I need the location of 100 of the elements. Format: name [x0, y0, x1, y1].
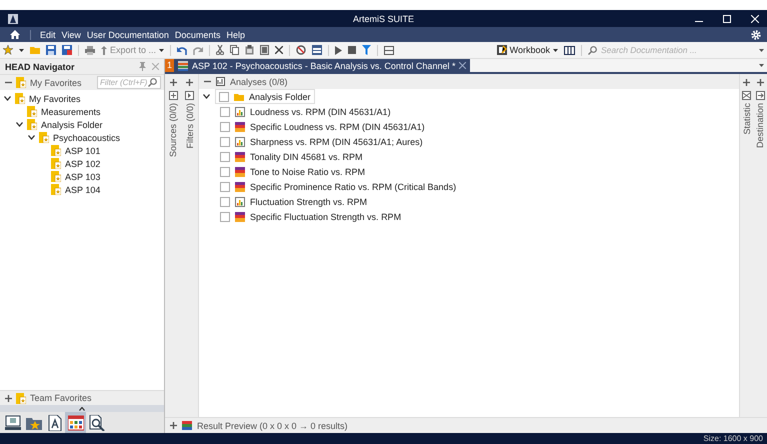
tree-item[interactable]: ASP 101 [65, 146, 100, 156]
export-icon[interactable] [756, 91, 765, 100]
star-icon[interactable] [3, 45, 13, 55]
caret-icon[interactable] [19, 48, 24, 52]
plus-icon[interactable] [170, 78, 177, 86]
settings-icon[interactable] [751, 30, 761, 40]
analysis-item[interactable]: Specific Prominence Ratio vs. RPM (Critical Bands) [250, 182, 456, 192]
table-icon[interactable] [312, 45, 322, 55]
printer-icon[interactable] [85, 46, 95, 54]
list-icon[interactable] [384, 46, 394, 54]
monitor-icon [4, 414, 20, 430]
analysis-item[interactable]: Loudness vs. RPM (DIN 45631/A1) [250, 106, 391, 116]
home-icon[interactable] [10, 30, 20, 39]
plus-icon[interactable] [186, 78, 194, 86]
copy-icon[interactable] [230, 45, 240, 55]
plus-icon[interactable] [170, 422, 177, 429]
side-tab[interactable]: Filters (0/0) [184, 103, 195, 149]
checkbox[interactable] [219, 92, 229, 102]
tree-item[interactable]: ASP 104 [65, 184, 100, 194]
star-folder-icon [16, 392, 26, 404]
dropdown-icon[interactable] [759, 48, 764, 52]
tool-tab[interactable] [65, 412, 86, 433]
expand-chevron-icon[interactable] [16, 122, 23, 127]
star-folder-icon [15, 93, 25, 104]
checkbox[interactable] [220, 152, 230, 162]
scissors-icon[interactable] [216, 45, 224, 55]
analysis-item[interactable]: Sharpness vs. RPM (DIN 45631/A1; Aures) [250, 136, 423, 146]
notebook-icon [496, 45, 507, 55]
stop-icon[interactable] [348, 46, 356, 54]
menu-item[interactable]: Documents [172, 30, 224, 40]
filter-icon[interactable] [362, 45, 372, 55]
collapse-chevron-icon[interactable] [79, 406, 85, 410]
side-tab[interactable]: Statistic [742, 103, 752, 135]
collapse-icon[interactable] [204, 78, 211, 85]
plus-icon[interactable] [5, 394, 12, 402]
statistic-icon[interactable] [742, 91, 752, 100]
tree-item[interactable]: Measurements [41, 106, 101, 116]
analysis-item[interactable]: Tonality DIN 45681 vs. RPM [250, 152, 363, 162]
clipboard-icon[interactable] [245, 45, 254, 55]
maximize-icon[interactable] [723, 14, 731, 22]
plus-icon[interactable] [756, 78, 764, 86]
circle-slash-icon[interactable] [296, 45, 306, 55]
analysis-item[interactable]: Specific Loudness vs. RPM (DIN 45631/A1) [250, 122, 425, 132]
star-folder-icon [27, 119, 37, 130]
checkbox[interactable] [220, 182, 230, 192]
tree-item[interactable]: Analysis Folder [41, 120, 103, 130]
filter-square-icon[interactable] [185, 91, 194, 100]
search-field[interactable]: Search Documentation ... [588, 45, 753, 55]
checkbox[interactable] [220, 106, 230, 116]
tree-item[interactable]: ASP 102 [65, 158, 100, 168]
properties-icon[interactable] [260, 45, 270, 55]
color-map-icon [235, 152, 245, 162]
document-tab[interactable]: 1 ASP 102 - Psychoacoustics - Basic Analysis vs. Control Channel * [165, 59, 470, 72]
save-as-icon[interactable] [62, 45, 72, 55]
checkbox[interactable] [220, 196, 230, 206]
analysis-item[interactable]: Fluctuation Strength vs. RPM [250, 196, 368, 206]
analysis-item[interactable]: Specific Fluctuation Strength vs. RPM [250, 212, 402, 222]
workbook-button[interactable]: Workbook [496, 45, 558, 55]
expand-chevron-icon[interactable] [203, 94, 210, 99]
line-chart-icon [235, 136, 245, 146]
tree-item[interactable]: My Favorites [29, 94, 81, 104]
checkbox[interactable] [220, 122, 230, 132]
dropdown-icon[interactable] [759, 64, 764, 67]
save-icon[interactable] [46, 45, 56, 55]
search-icon [88, 414, 104, 430]
sources-icon[interactable] [168, 91, 178, 100]
side-tab[interactable]: Destination [755, 103, 766, 148]
expand-chevron-icon[interactable] [28, 135, 35, 140]
menu-item[interactable]: View [58, 30, 84, 40]
filter-field[interactable]: Filter (Ctrl+F) [97, 76, 161, 89]
expand-chevron-icon[interactable] [4, 96, 11, 101]
star-folder-icon [51, 158, 61, 169]
collapse-icon[interactable] [5, 79, 12, 86]
side-tab[interactable]: Sources (0/0) [168, 103, 178, 158]
tree-item[interactable]: Psychoacoustics [53, 132, 120, 142]
analysis-item[interactable]: Tone to Noise Ratio vs. RPM [250, 166, 366, 176]
play-icon[interactable] [335, 46, 342, 54]
delete-icon[interactable] [275, 46, 284, 54]
menu-item[interactable]: User Documentation [84, 30, 172, 40]
tree-item[interactable]: ASP 103 [65, 172, 100, 182]
team-favorites-label: Team Favorites [30, 393, 92, 403]
checkbox[interactable] [220, 212, 230, 222]
document-icon [46, 414, 62, 430]
undo-icon[interactable] [177, 46, 188, 54]
tab-number: 1 [165, 59, 174, 72]
checkbox[interactable] [220, 166, 230, 176]
caret-icon [553, 48, 558, 52]
status-text: Size: 1600 x 900 [703, 434, 763, 443]
menu-item[interactable]: Edit [37, 30, 59, 40]
tab-title: ASP 102 - Psychoacoustics - Basic Analysis vs. Control Channel * [192, 60, 456, 70]
star-folder-icon [16, 77, 26, 88]
star-folder-icon [51, 145, 61, 156]
checkbox[interactable] [220, 136, 230, 146]
plus-icon[interactable] [743, 78, 750, 86]
result-preview-label: Result Preview (0 x 0 x 0 → 0 results) [197, 420, 348, 430]
folder-row[interactable]: Analysis Folder [215, 89, 315, 104]
window-title: ArtemiS SUITE [353, 14, 414, 24]
redo-icon[interactable] [193, 46, 204, 54]
panel-icon[interactable] [564, 46, 575, 54]
menu-item[interactable]: Help [223, 30, 248, 40]
